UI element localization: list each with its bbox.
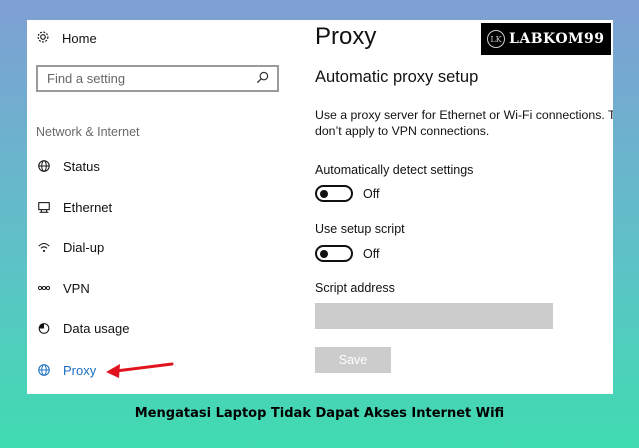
sidebar-item-proxy[interactable]: Proxy (36, 362, 96, 378)
section-label: Network & Internet (36, 125, 140, 139)
globe-icon (36, 362, 52, 378)
search-input[interactable]: Find a setting (36, 65, 279, 92)
search-placeholder: Find a setting (47, 71, 126, 86)
auto-detect-toggle-row: Off (315, 185, 379, 202)
globe-icon (36, 158, 52, 174)
watermark-text: LABKOM99 (509, 31, 605, 47)
sidebar-item-label: Ethernet (63, 199, 113, 215)
script-address-input[interactable] (315, 303, 553, 329)
save-button[interactable]: Save (315, 347, 391, 373)
description-line-2: don’t apply to VPN connections. (315, 124, 490, 138)
watermark-emblem: LK (487, 30, 505, 48)
sidebar-item-dial-up[interactable]: Dial-up (36, 239, 104, 255)
dial-up-icon (36, 239, 52, 255)
search-icon[interactable] (256, 71, 269, 87)
main-content: Proxy LK LABKOM99 Automatic proxy setup … (315, 20, 613, 394)
red-arrow-annotation (106, 362, 174, 378)
sidebar-item-status[interactable]: Status (36, 158, 100, 174)
description: Use a proxy server for Ethernet or Wi-Fi… (315, 107, 613, 139)
caption: Mengatasi Laptop Tidak Dapat Akses Inter… (134, 406, 505, 421)
sidebar: Home Find a setting Network & Internet S… (27, 20, 285, 394)
auto-detect-state: Off (363, 186, 380, 201)
setup-script-label: Use setup script (315, 222, 405, 236)
data-usage-icon (36, 320, 52, 336)
home-link[interactable]: Home (36, 30, 97, 47)
setup-script-toggle[interactable] (315, 245, 353, 262)
sidebar-item-label: Dial-up (63, 239, 105, 255)
sidebar-item-ethernet[interactable]: Ethernet (36, 199, 112, 215)
ethernet-icon (36, 199, 52, 215)
page-title: Proxy (315, 23, 377, 50)
sidebar-item-label: Proxy (63, 362, 97, 378)
watermark-logo: LK LABKOM99 (481, 23, 611, 55)
sidebar-item-label: VPN (63, 280, 90, 296)
script-address-label: Script address (315, 281, 395, 295)
settings-window: Home Find a setting Network & Internet S… (27, 20, 613, 394)
sidebar-item-data-usage[interactable]: Data usage (36, 320, 130, 336)
gear-icon (36, 30, 50, 47)
section-heading: Automatic proxy setup (315, 68, 479, 86)
description-line-1: Use a proxy server for Ethernet or Wi-Fi… (315, 108, 613, 122)
sidebar-item-vpn[interactable]: VPN (36, 280, 90, 296)
auto-detect-toggle[interactable] (315, 185, 353, 202)
setup-script-state: Off (363, 246, 380, 261)
sidebar-item-label: Status (63, 158, 100, 174)
setup-script-toggle-row: Off (315, 245, 379, 262)
home-label: Home (62, 31, 97, 46)
auto-detect-label: Automatically detect settings (315, 163, 474, 177)
sidebar-item-label: Data usage (63, 320, 130, 336)
vpn-icon (36, 280, 52, 296)
